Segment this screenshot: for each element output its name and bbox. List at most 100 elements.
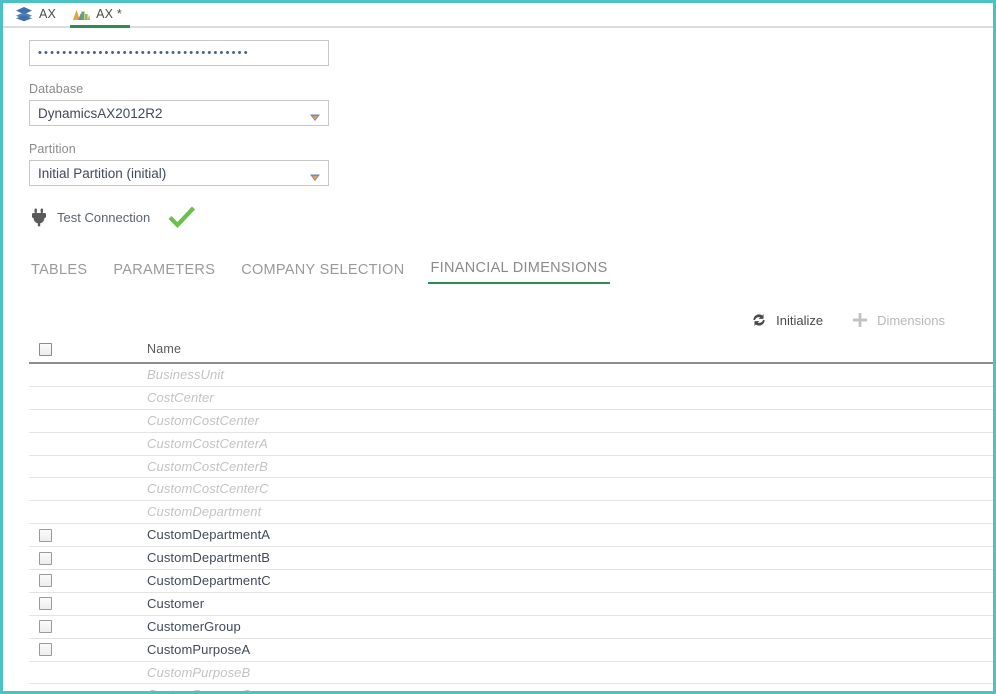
- tab-ax-modified-label: AX *: [96, 6, 122, 21]
- tab-ax[interactable]: AX: [11, 3, 68, 26]
- table-row: CustomPurposeC: [29, 684, 993, 691]
- row-name-cell: BusinessUnit: [147, 366, 993, 384]
- table-row: BusinessUnit: [29, 364, 993, 387]
- row-check-cell: [29, 551, 147, 565]
- chevron-down-icon: [310, 110, 320, 121]
- chevron-down-icon: [310, 170, 320, 181]
- row-name-cell: CustomDepartmentB: [147, 549, 993, 567]
- row-checkbox-placeholder: [39, 483, 52, 496]
- layers-icon: [15, 6, 33, 22]
- database-select-value: DynamicsAX2012R2: [38, 105, 163, 121]
- row-name-cell: CustomCostCenter: [147, 412, 993, 430]
- database-select[interactable]: DynamicsAX2012R2: [29, 100, 329, 126]
- row-name-label: Customer: [147, 595, 205, 611]
- row-name-label: BusinessUnit: [147, 366, 225, 382]
- column-header-name: Name: [147, 342, 182, 356]
- table-row[interactable]: CustomDepartmentC: [29, 570, 993, 593]
- plus-icon: [851, 311, 869, 329]
- row-check-cell: [29, 391, 147, 404]
- row-name-label: CustomDepartmentA: [147, 527, 271, 543]
- row-name-label: CostCenter: [147, 389, 214, 405]
- row-name-cell: CustomerGroup: [147, 618, 993, 636]
- initialize-button-label: Initialize: [776, 312, 824, 328]
- tab-ax-label: AX: [39, 6, 57, 21]
- row-name-label: CustomCostCenter: [147, 412, 260, 428]
- refresh-icon: [750, 311, 768, 329]
- row-checkbox-placeholder: [39, 414, 52, 427]
- row-checkbox[interactable]: [39, 620, 52, 634]
- table-row[interactable]: CustomerGroup: [29, 616, 993, 639]
- row-name-cell: CustomDepartmentA: [147, 526, 993, 544]
- row-name-label: CustomDepartmentB: [147, 550, 271, 566]
- row-name-cell: CustomDepartmentC: [147, 572, 993, 590]
- tab-company-selection[interactable]: COMPANY SELECTION: [239, 262, 406, 284]
- table-row: CustomCostCenter: [29, 410, 993, 433]
- row-checkbox-placeholder: [39, 391, 52, 404]
- row-checkbox-placeholder: [39, 437, 52, 450]
- tab-financial-dimensions[interactable]: FINANCIAL DIMENSIONS: [428, 260, 610, 284]
- row-check-cell: [29, 368, 147, 381]
- row-name-label: CustomDepartment: [147, 504, 262, 520]
- row-name-cell: CustomPurposeC: [147, 686, 993, 691]
- select-all-checkbox[interactable]: [39, 342, 52, 356]
- row-checkbox[interactable]: [39, 528, 52, 542]
- row-name-label: CustomPurposeB: [147, 664, 251, 680]
- row-check-cell: [29, 437, 147, 450]
- partition-select[interactable]: Initial Partition (initial): [29, 160, 329, 186]
- table-row: CustomCostCenterB: [29, 456, 993, 479]
- table-row: CustomDepartment: [29, 501, 993, 525]
- tab-parameters[interactable]: PARAMETERS: [111, 262, 217, 284]
- row-check-cell: [29, 528, 147, 542]
- sub-tab-bar: TABLES PARAMETERS COMPANY SELECTION FINA…: [29, 260, 993, 284]
- row-checkbox-placeholder: [39, 689, 52, 691]
- connection-form: ••••••••••••••••••••••••••••••••••• Data…: [3, 28, 993, 691]
- row-name-label: CustomPurposeC: [147, 687, 251, 691]
- table-row: CustomCostCenterC: [29, 478, 993, 502]
- row-name-label: CustomerGroup: [147, 618, 241, 634]
- row-name-cell: CustomCostCenterA: [147, 435, 993, 453]
- row-check-cell: [29, 574, 147, 588]
- row-name-cell: CustomCostCenterC: [147, 480, 993, 498]
- row-name-cell: CustomPurposeA: [147, 641, 993, 659]
- table-row: CustomPurposeB: [29, 662, 993, 685]
- initialize-button[interactable]: Initialize: [750, 311, 823, 329]
- grid-header-name-cell: Name: [147, 340, 993, 358]
- row-check-cell: [29, 666, 147, 679]
- row-check-cell: [29, 483, 147, 496]
- row-checkbox-placeholder: [39, 368, 52, 381]
- row-check-cell: [29, 414, 147, 427]
- password-field[interactable]: •••••••••••••••••••••••••••••••••••: [29, 40, 329, 66]
- grid-body: BusinessUnit CostCenter CustomCostCenter Cu…: [29, 364, 993, 691]
- chart-icon: [72, 6, 91, 22]
- grid-header-row: Name: [29, 340, 993, 364]
- row-checkbox[interactable]: [39, 643, 52, 657]
- row-checkbox[interactable]: [39, 551, 52, 565]
- table-row[interactable]: CustomDepartmentA: [29, 524, 993, 548]
- row-checkbox-placeholder: [39, 666, 52, 679]
- dimensions-button-label: Dimensions: [877, 312, 945, 328]
- row-name-cell: CustomDepartment: [147, 503, 993, 521]
- row-name-label: CustomDepartmentC: [147, 572, 271, 588]
- tab-tables[interactable]: TABLES: [29, 262, 89, 284]
- table-row[interactable]: CustomPurposeA: [29, 639, 993, 662]
- row-checkbox[interactable]: [39, 597, 52, 611]
- test-connection-button[interactable]: Test Connection: [57, 210, 150, 225]
- partition-label: Partition: [29, 142, 76, 156]
- tab-bar: AX AX *: [3, 3, 993, 28]
- row-check-cell: [29, 506, 147, 519]
- row-checkbox[interactable]: [39, 574, 52, 588]
- tab-ax-modified[interactable]: AX *: [68, 3, 134, 28]
- financial-dimensions-grid: Name BusinessUnit CostCenter CustomCostCen…: [29, 340, 993, 691]
- table-row[interactable]: CustomDepartmentB: [29, 547, 993, 571]
- row-check-cell: [29, 460, 147, 473]
- row-name-label: CustomCostCenterC: [147, 481, 269, 497]
- plug-icon: [29, 207, 49, 227]
- row-name-cell: CostCenter: [147, 389, 993, 407]
- grid-toolbar: Initialize Dimensions: [29, 300, 993, 340]
- dimensions-button[interactable]: Dimensions: [851, 311, 945, 329]
- row-name-label: CustomPurposeA: [147, 641, 251, 657]
- table-row[interactable]: Customer: [29, 593, 993, 616]
- database-label: Database: [29, 82, 84, 96]
- row-name-label: CustomCostCenterB: [147, 458, 268, 474]
- row-check-cell: [29, 689, 147, 691]
